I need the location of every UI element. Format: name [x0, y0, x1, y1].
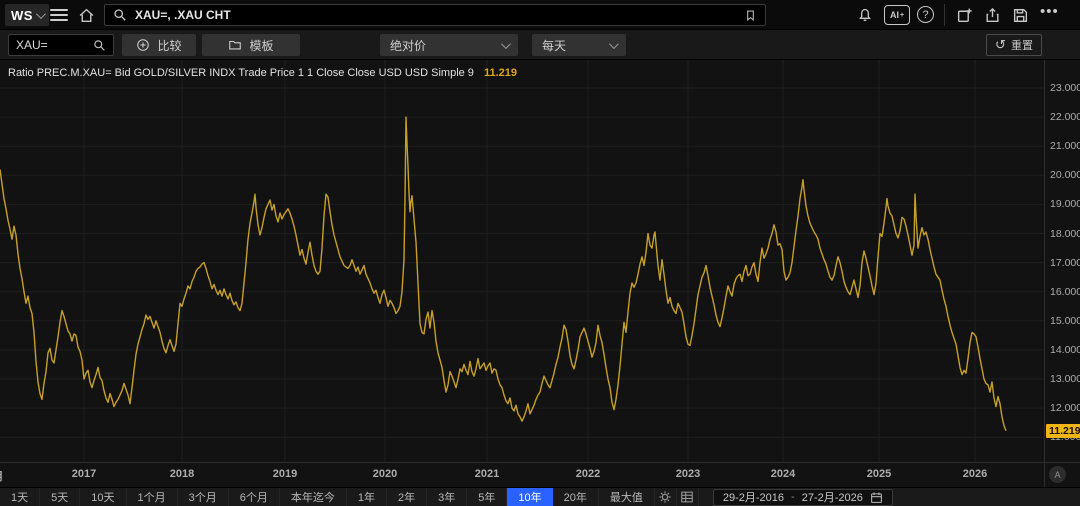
price-mode-dropdown[interactable]: 绝对价 [380, 34, 518, 56]
calendar-icon [870, 491, 883, 504]
time-axis-label: 2026 [958, 468, 992, 480]
global-search-bar[interactable]: XAU=, .XAU CHT [104, 4, 766, 26]
price-axis-label: 20.000 [1050, 169, 1080, 181]
app-menu-button[interactable]: WS [5, 4, 49, 26]
reset-icon: ↺ [995, 37, 1006, 53]
time-axis-label: 2025 [862, 468, 896, 480]
price-axis-label: 19.000 [1050, 198, 1080, 210]
range-button-5y[interactable]: 5年 [467, 488, 507, 506]
price-axis-label: 12.000 [1050, 402, 1080, 414]
price-axis-label: 16.000 [1050, 286, 1080, 298]
date-separator: - [791, 491, 795, 503]
range-button-5d[interactable]: 5天 [40, 488, 80, 506]
settings-icon[interactable] [655, 488, 677, 506]
range-button-3y[interactable]: 3年 [427, 488, 467, 506]
symbol-value: XAU= [16, 38, 93, 52]
workspace-window: WS XAU=, .XAU CHT AI+ ? [0, 0, 1080, 506]
top-bar: WS XAU=, .XAU CHT AI+ ? [0, 0, 1080, 30]
time-axis-label: 2020 [368, 468, 402, 480]
legend-text: Ratio PREC.M.XAU= Bid GOLD/SILVER INDX T… [8, 67, 474, 79]
help-icon[interactable]: ? [917, 6, 934, 23]
time-axis-label: 2018 [165, 468, 199, 480]
chevron-down-icon [609, 39, 619, 49]
ai-assistant-icon[interactable]: AI+ [884, 5, 910, 25]
chart-plot-area[interactable]: Ratio PREC.M.XAU= Bid GOLD/SILVER INDX T… [0, 60, 1044, 462]
price-axis-label: 18.000 [1050, 228, 1080, 240]
save-icon[interactable] [1010, 5, 1030, 25]
price-axis-label: 15.000 [1050, 315, 1080, 327]
reset-button[interactable]: ↺ 重置 [986, 34, 1042, 56]
range-button-max[interactable]: 最大值 [599, 488, 655, 506]
range-button-10y-selected[interactable]: 10年 [507, 488, 552, 506]
chevron-down-icon [36, 9, 46, 19]
range-button-20y[interactable]: 20年 [553, 488, 599, 506]
price-axis-label: 22.000 [1050, 111, 1080, 123]
folder-icon [228, 38, 242, 52]
range-button-1d[interactable]: 1天 [0, 488, 40, 506]
range-button-6m[interactable]: 6个月 [229, 488, 280, 506]
bottom-toolbar: 1天 5天 10天 1个月 3个月 6个月 本年迄今 1年 2年 3年 5年 1… [0, 487, 1080, 506]
time-axis-label: 2017 [67, 468, 101, 480]
price-axis-label: 17.000 [1050, 257, 1080, 269]
price-axis-label: 21.000 [1050, 140, 1080, 152]
compare-label: 比较 [157, 37, 181, 54]
range-button-3m[interactable]: 3个月 [178, 488, 229, 506]
range-button-10d[interactable]: 10天 [80, 488, 126, 506]
bookmark-icon[interactable] [744, 9, 757, 22]
template-label: 模板 [249, 37, 273, 54]
menu-icon[interactable] [50, 7, 68, 23]
last-price-badge: 11.219 [1046, 424, 1080, 438]
price-axis-label: 13.000 [1050, 373, 1080, 385]
time-axis-label: 2023 [671, 468, 705, 480]
time-axis-label: 2021 [470, 468, 504, 480]
chart-toolbar: XAU= 比较 模板 绝对价 每天 [0, 30, 1080, 60]
data-table-icon[interactable] [677, 488, 699, 506]
legend-value: 11.219 [484, 67, 517, 79]
time-axis-partial-label: 月 [0, 468, 8, 484]
date-to: 27-2月-2026 [802, 489, 863, 505]
bell-icon[interactable] [855, 5, 875, 25]
time-axis[interactable]: 月 2017 2018 2019 2020 2021 2022 2023 2024 2025 20… [0, 462, 1044, 487]
price-axis-label: 23.000 [1050, 82, 1080, 94]
time-axis-label: 2024 [766, 468, 800, 480]
search-icon [93, 39, 106, 52]
share-icon[interactable] [982, 5, 1002, 25]
interval-dropdown[interactable]: 每天 [532, 34, 626, 56]
date-range-picker[interactable]: 29-2月-2016 - 27-2月-2026 [713, 489, 893, 506]
compare-button[interactable]: 比较 [122, 34, 196, 56]
price-axis[interactable]: 11.00012.00013.00014.00015.00016.00017.0… [1044, 60, 1080, 462]
plus-circle-icon [136, 38, 150, 52]
interval-value: 每天 [542, 37, 566, 54]
range-button-1y[interactable]: 1年 [347, 488, 387, 506]
home-icon[interactable] [76, 5, 96, 25]
auto-scale-button[interactable]: A [1049, 466, 1066, 483]
app-logo: WS [11, 8, 33, 23]
divider [944, 4, 945, 26]
search-input[interactable]: XAU=, .XAU CHT [135, 8, 736, 22]
template-button[interactable]: 模板 [202, 34, 300, 56]
time-axis-label: 2019 [268, 468, 302, 480]
search-icon [113, 8, 127, 22]
range-button-1m[interactable]: 1个月 [127, 488, 178, 506]
date-from: 29-2月-2016 [723, 489, 784, 505]
symbol-input[interactable]: XAU= [8, 34, 114, 56]
more-icon[interactable]: ••• [1040, 3, 1059, 20]
price-mode-value: 绝对价 [390, 37, 426, 54]
price-axis-label: 14.000 [1050, 344, 1080, 356]
time-axis-label: 2022 [571, 468, 605, 480]
price-line-chart [0, 60, 1044, 462]
reset-label: 重置 [1011, 37, 1033, 53]
chevron-down-icon [501, 39, 511, 49]
range-button-2y[interactable]: 2年 [387, 488, 427, 506]
chart-legend: Ratio PREC.M.XAU= Bid GOLD/SILVER INDX T… [8, 67, 517, 79]
new-window-icon[interactable] [954, 5, 974, 25]
range-button-ytd[interactable]: 本年迄今 [280, 488, 347, 506]
